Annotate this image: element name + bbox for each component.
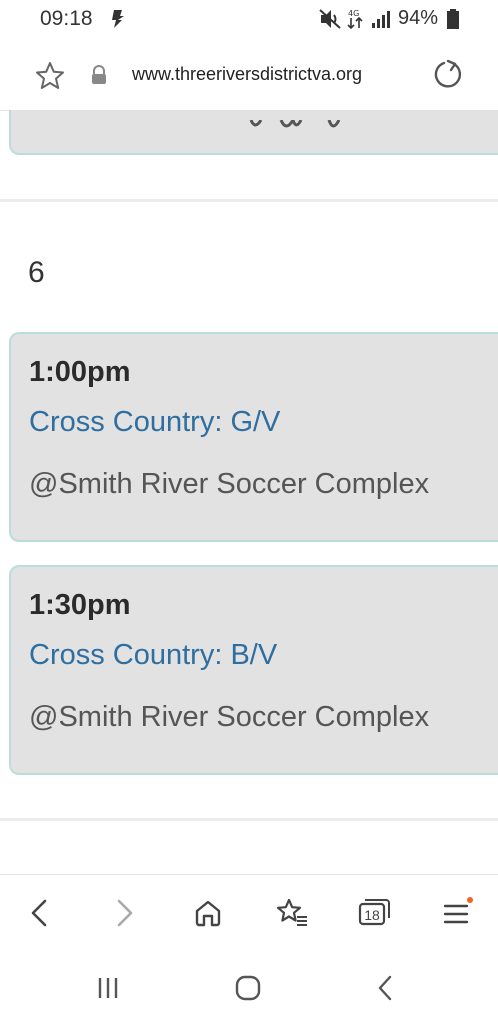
data-arrows-icon: 4G [346, 6, 364, 37]
home-icon[interactable] [188, 893, 228, 933]
event-card[interactable]: 1:30pm Cross Country: B/V @Smith River S… [9, 565, 498, 775]
event-card[interactable]: 1:00pm Cross Country: G/V @Smith River S… [9, 332, 498, 542]
menu-badge [467, 897, 473, 903]
reload-icon[interactable] [432, 58, 464, 95]
day-separator [0, 199, 498, 202]
forward-icon[interactable] [104, 893, 144, 933]
tab-count: 18 [364, 907, 380, 923]
notification-icon [108, 6, 130, 37]
system-nav-bar [0, 950, 498, 1023]
battery-percent: 94% [398, 7, 439, 29]
clipped-text-fragment [249, 120, 341, 128]
browser-toolbar: 18 [0, 874, 498, 951]
page-content[interactable]: 6 1:00pm Cross Country: G/V @Smith River… [0, 110, 498, 874]
event-time: 1:00pm [29, 356, 131, 388]
home-circle-icon[interactable] [228, 968, 268, 1008]
event-title-link[interactable]: Cross Country: B/V [29, 639, 277, 672]
day-number: 6 [28, 256, 45, 289]
back-icon[interactable] [20, 893, 60, 933]
tabs-icon[interactable]: 18 [354, 893, 394, 933]
battery-icon [446, 6, 460, 37]
address-bar[interactable]: www.threeriversdistrictva.org [0, 40, 498, 111]
system-back-icon[interactable] [366, 968, 406, 1008]
mute-icon [318, 6, 342, 37]
event-location: @Smith River Soccer Complex [29, 701, 430, 733]
svg-text:4G: 4G [348, 9, 359, 18]
event-location: @Smith River Soccer Complex [29, 468, 430, 500]
event-card-partial[interactable] [9, 110, 498, 155]
status-bar: 09:18 4G 94% [0, 0, 498, 40]
event-time: 1:30pm [29, 589, 131, 621]
day-separator [0, 818, 498, 821]
event-title-link[interactable]: Cross Country: G/V [29, 406, 280, 439]
signal-icon [370, 6, 392, 37]
menu-icon[interactable] [437, 893, 477, 933]
url-text[interactable]: www.threeriversdistrictva.org [132, 64, 362, 85]
recents-icon[interactable] [88, 968, 128, 1008]
bookmark-star-icon[interactable] [34, 60, 66, 97]
status-time: 09:18 [40, 7, 93, 30]
lock-icon [90, 64, 108, 91]
bookmarks-icon[interactable] [272, 893, 312, 933]
